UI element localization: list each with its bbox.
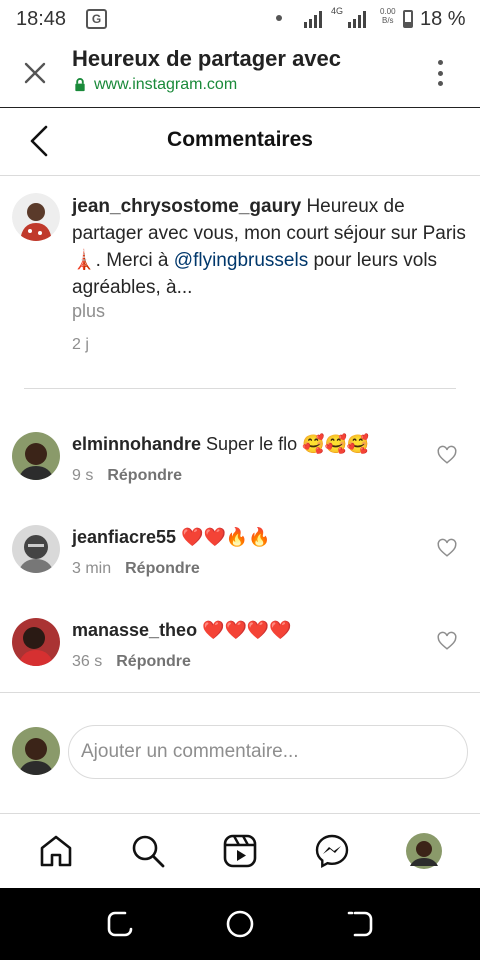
nav-search[interactable] xyxy=(129,832,167,870)
browser-toolbar: Heureux de partager avec www.instagram.c… xyxy=(0,38,480,108)
close-button[interactable] xyxy=(20,58,50,88)
battery-percent: 18 % xyxy=(420,8,466,30)
like-heart-icon[interactable] xyxy=(436,537,458,559)
browser-page-title: Heureux de partager avec xyxy=(72,46,342,71)
status-time: 18:48 xyxy=(16,8,67,30)
nav-messenger[interactable] xyxy=(313,832,351,870)
commenter-avatar[interactable] xyxy=(12,525,60,573)
caption-username[interactable]: jean_chrysostome_gaury xyxy=(72,196,301,217)
add-comment-bar xyxy=(0,692,480,814)
recent-apps-button[interactable] xyxy=(104,908,136,940)
reply-button[interactable]: Répondre xyxy=(107,467,182,484)
nav-reels[interactable] xyxy=(221,832,259,870)
back-gesture-icon xyxy=(347,911,373,937)
recent-apps-icon xyxy=(107,911,133,937)
battery-icon xyxy=(403,10,413,28)
signal-icon xyxy=(304,10,322,28)
network-type: 4G xyxy=(331,6,344,16)
mention-link[interactable]: @flyingbrussels xyxy=(174,250,308,271)
reply-button[interactable]: Répondre xyxy=(125,560,200,577)
commenter-avatar[interactable] xyxy=(12,432,60,480)
android-navigation-bar xyxy=(0,888,480,960)
comment-item: elminnohandre Super le flo 🥰🥰🥰 9 s Répond… xyxy=(0,432,480,502)
url-text: www.instagram.com xyxy=(94,76,238,93)
signal-icon-2 xyxy=(348,10,366,28)
comment-text: elminnohandre Super le flo 🥰🥰🥰 xyxy=(72,434,370,454)
more-link[interactable]: plus xyxy=(72,301,105,322)
caption-timestamp: 2 j xyxy=(72,336,89,353)
comment-item: jeanfiacre55 ❤️❤️🔥🔥 3 min Répondre xyxy=(0,525,480,595)
home-icon xyxy=(40,835,72,867)
translate-icon: G xyxy=(86,9,107,29)
comment-text: jeanfiacre55 ❤️❤️🔥🔥 xyxy=(72,527,271,547)
reply-button[interactable]: Répondre xyxy=(116,653,191,670)
comment-username[interactable]: jeanfiacre55 xyxy=(72,527,176,547)
comment-meta: 3 min Répondre xyxy=(72,560,200,578)
profile-avatar xyxy=(406,833,442,869)
caption-divider xyxy=(24,388,456,389)
messenger-icon xyxy=(315,834,349,869)
more-options-button[interactable] xyxy=(430,58,450,88)
commenter-avatar[interactable] xyxy=(12,618,60,666)
comments-header: Commentaires xyxy=(0,108,480,176)
close-icon xyxy=(24,62,46,84)
caption-author-avatar[interactable] xyxy=(12,193,60,241)
current-user-avatar xyxy=(12,727,60,775)
caption-text: jean_chrysostome_gaury Heureux de partag… xyxy=(72,196,466,298)
comment-meta: 36 s Répondre xyxy=(72,653,191,671)
status-bar: 18:48 G 4G 0.00 B/s 18 % xyxy=(0,0,480,38)
nav-profile[interactable] xyxy=(405,832,443,870)
comment-input[interactable] xyxy=(68,725,468,779)
comment-timestamp: 36 s xyxy=(72,653,103,670)
home-button[interactable] xyxy=(224,908,256,940)
comment-item: manasse_theo ❤️❤️❤️❤️ 36 s Répondre xyxy=(0,618,480,688)
comment-timestamp: 3 min xyxy=(72,560,112,577)
browser-url: www.instagram.com xyxy=(74,76,237,94)
comment-timestamp: 9 s xyxy=(72,467,94,484)
reels-icon xyxy=(223,834,257,868)
lock-icon xyxy=(75,78,85,92)
nav-home[interactable] xyxy=(37,832,75,870)
comment-text: manasse_theo ❤️❤️❤️❤️ xyxy=(72,620,292,640)
like-heart-icon[interactable] xyxy=(436,444,458,466)
page-title: Commentaires xyxy=(167,128,313,151)
like-heart-icon[interactable] xyxy=(436,630,458,652)
comment-meta: 9 s Répondre xyxy=(72,467,182,485)
network-speed: 0.00 B/s xyxy=(380,7,396,25)
search-icon xyxy=(132,835,165,868)
home-circle-icon xyxy=(226,910,254,938)
notification-dot-icon xyxy=(276,15,282,21)
back-button[interactable] xyxy=(344,908,376,940)
more-vertical-icon xyxy=(437,60,443,65)
comment-username[interactable]: manasse_theo xyxy=(72,620,197,640)
comment-username[interactable]: elminnohandre xyxy=(72,434,201,454)
bottom-navigation xyxy=(0,814,480,888)
